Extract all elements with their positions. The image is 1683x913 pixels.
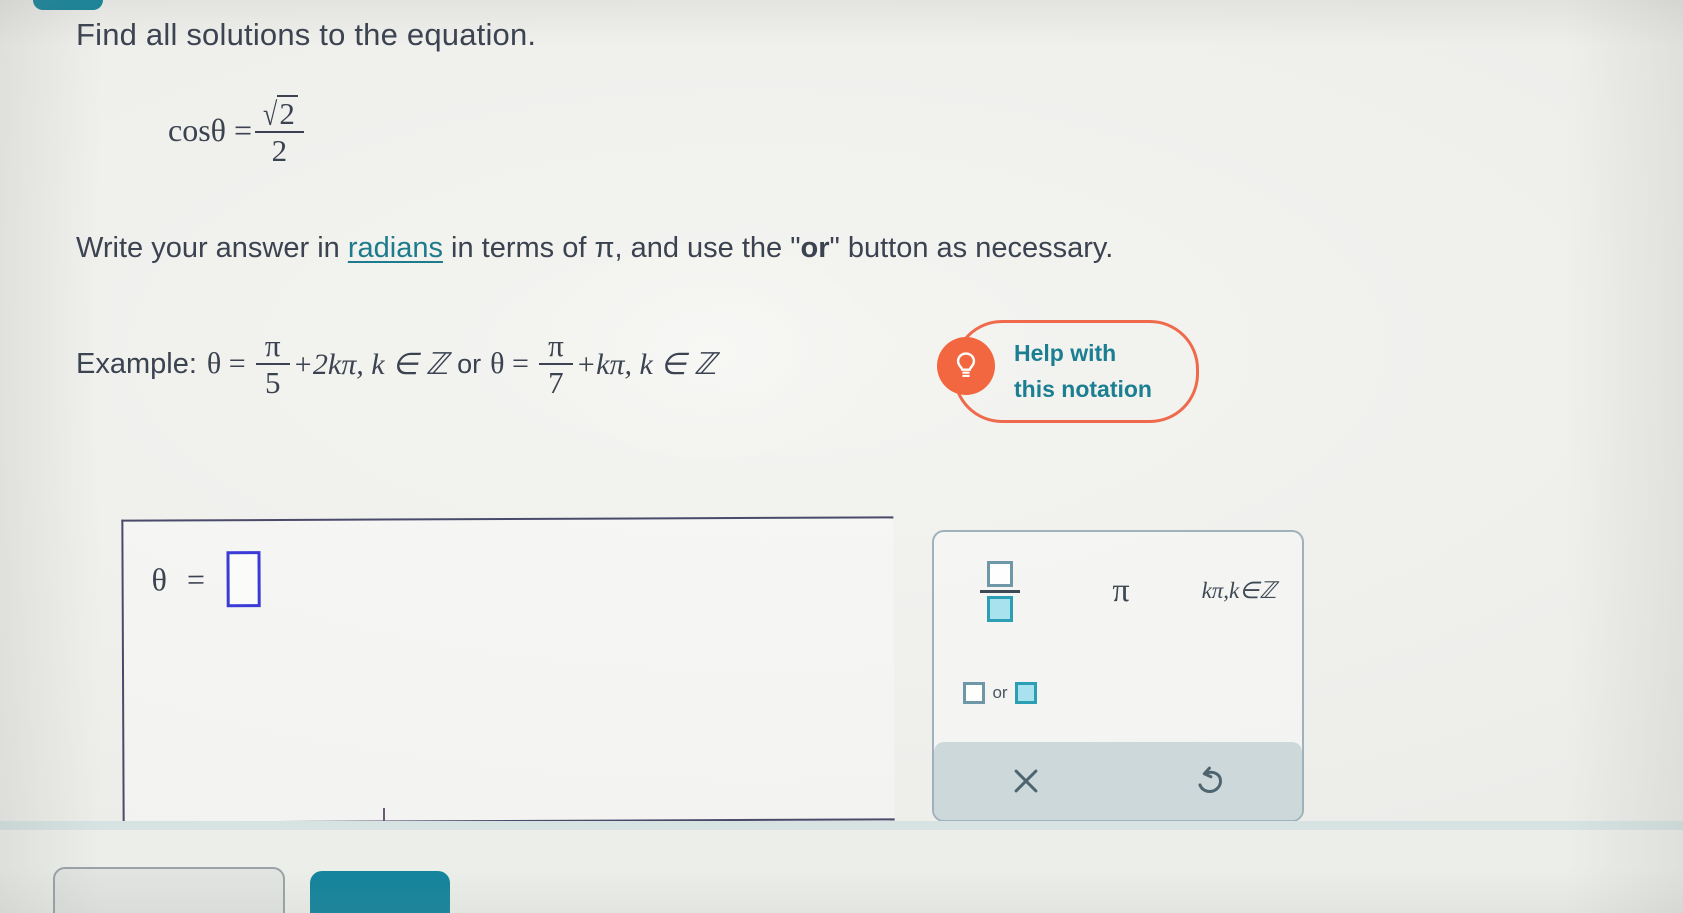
or-button[interactable]: or — [934, 650, 1066, 736]
example1-numerator: π — [264, 328, 281, 363]
close-icon — [1014, 769, 1038, 793]
radians-link[interactable]: radians — [348, 232, 443, 264]
clear-button[interactable] — [934, 764, 1118, 798]
help-button-line1: Help with — [1014, 339, 1117, 366]
fraction-icon — [980, 560, 1020, 622]
instruction-line: Write your answer in radians in terms of… — [76, 232, 1113, 265]
example1-tail: +2kπ, k ∈ ℤ — [292, 347, 449, 381]
example1-theta-eq: θ = — [206, 347, 246, 380]
answer-input-area[interactable]: θ = — [121, 516, 895, 824]
equation-lhs: cosθ = — [168, 112, 253, 148]
footer-primary-button[interactable] — [310, 871, 450, 913]
undo-button[interactable] — [1118, 763, 1302, 799]
keypad-row-1: π kπ,k∈ℤ — [934, 532, 1302, 650]
example-line: Example: θ = π 5 +2kπ, k ∈ ℤ or θ = π 7 … — [76, 330, 716, 398]
help-button-line2: this notation — [1014, 375, 1152, 402]
or-right-slot — [1014, 682, 1037, 704]
pi-button[interactable]: π — [1066, 532, 1176, 650]
help-button-text: Help with this notation — [1014, 336, 1152, 407]
example1-fraction: π 5 — [255, 328, 290, 400]
keypad-toolbar — [934, 742, 1302, 820]
example-connector: or — [457, 348, 482, 379]
instruction-prefix: Write your answer in — [76, 232, 348, 264]
top-tab-fragment[interactable] — [33, 0, 103, 10]
example1-denominator: 5 — [264, 365, 281, 400]
example-label: Example: — [76, 347, 197, 380]
math-keypad-panel: π kπ,k∈ℤ or — [932, 530, 1304, 822]
example2-theta-eq: θ = — [490, 347, 529, 380]
instruction-middle: in terms of π, and use the " — [442, 232, 801, 264]
lightbulb-icon — [937, 337, 995, 395]
fraction-numerator-slot — [987, 560, 1013, 587]
k-pi-integer-button[interactable]: kπ,k∈ℤ — [1176, 532, 1302, 650]
example2-denominator: 7 — [548, 365, 564, 400]
or-left-slot — [963, 682, 986, 704]
or-label: or — [992, 683, 1008, 702]
example-expression-1: θ = π 5 +2kπ, k ∈ ℤ — [207, 330, 448, 398]
answer-expression: θ = — [151, 551, 262, 608]
or-icon: or — [963, 682, 1037, 704]
fraction-denominator: 2 — [271, 133, 288, 168]
equation-display: cosθ = √2 2 — [168, 95, 307, 166]
footer-secondary-button[interactable] — [53, 867, 285, 913]
equation-fraction: √2 2 — [255, 95, 304, 166]
help-with-notation-button[interactable]: Help with this notation — [937, 320, 1199, 423]
instruction-bold-or: or — [800, 232, 830, 264]
example-expression-2: θ = π 7 +kπ, k ∈ ℤ — [490, 330, 716, 398]
instruction-suffix: " button as necessary. — [829, 232, 1114, 264]
footer-bar — [0, 830, 1683, 913]
answer-empty-slot[interactable] — [226, 551, 262, 608]
example2-fraction: π 7 — [538, 328, 573, 400]
answer-theta-label: θ = — [151, 560, 212, 598]
worksheet-screenshot: Find all solutions to the equation. cosθ… — [0, 0, 1683, 913]
square-root-icon: √2 — [261, 95, 298, 130]
fraction-denominator-slot — [987, 595, 1013, 622]
undo-icon — [1198, 766, 1223, 794]
example2-numerator: π — [548, 328, 564, 363]
fraction-button[interactable] — [934, 532, 1066, 650]
fraction-bar-icon — [980, 589, 1020, 593]
example2-tail: +kπ, k ∈ ℤ — [575, 347, 717, 381]
fraction-numerator: √2 — [255, 95, 304, 131]
question-prompt: Find all solutions to the equation. — [76, 17, 537, 52]
bottom-divider — [0, 821, 1683, 830]
